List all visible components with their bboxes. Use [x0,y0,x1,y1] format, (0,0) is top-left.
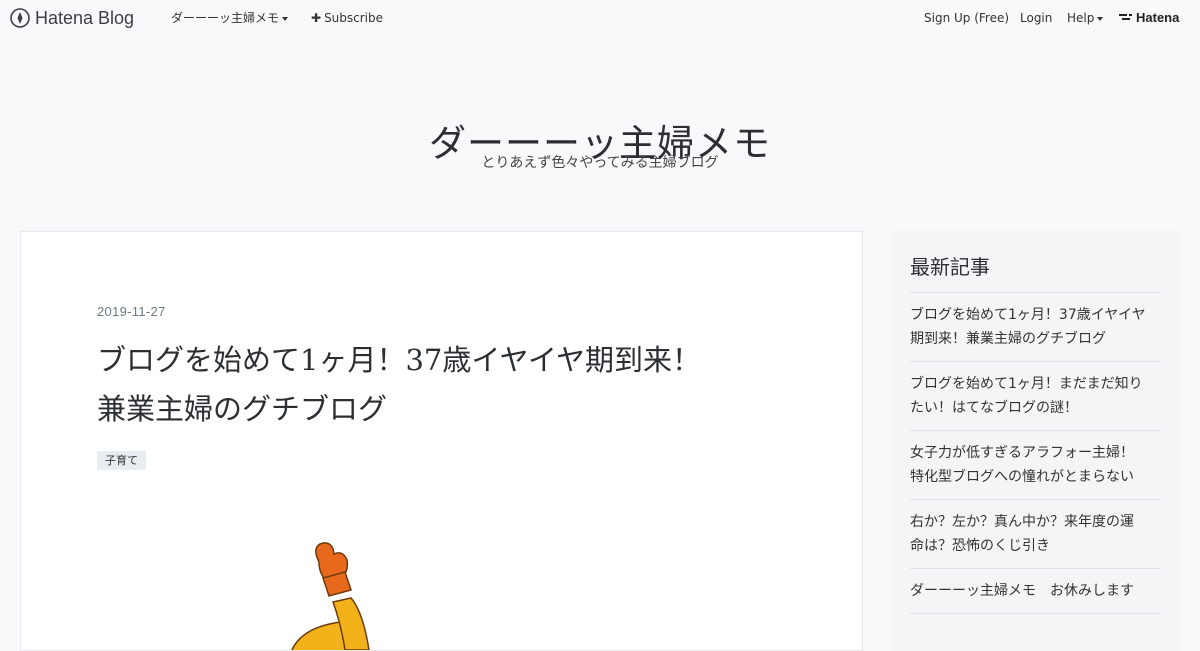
recent-entry-line: ブログを始めて1ヶ月！まだまだ知り [910,376,1143,392]
recent-entry-line: ブログを始めて1ヶ月！37歳イヤイヤ [910,307,1146,323]
login-link[interactable]: Login [1020,0,1052,36]
caret-down-icon [282,16,289,21]
category-tag[interactable]: 子育て [97,451,146,470]
recent-entry-item[interactable]: 右か？左か？真ん中か？来年度の運 命は？恐怖のくじ引き [910,500,1160,569]
caret-down-icon [1097,16,1104,21]
character-illustration [291,542,370,650]
blog-menu-label: ダーーーッ主婦メモ [171,11,280,25]
recent-entries-heading: 最新記事 [910,255,990,279]
recent-entry-line: 命は？恐怖のくじ引き [910,538,1050,554]
recent-entry-line: 右か？左か？真ん中か？来年度の運 [910,514,1134,530]
help-label: Help [1067,11,1095,25]
recent-entry-item[interactable]: ブログを始めて1ヶ月！まだまだ知り たい！はてなブログの謎！ [910,362,1160,431]
sidebar: 最新記事 ブログを始めて1ヶ月！37歳イヤイヤ 期到来！兼業主婦のグチブログ ブ… [892,231,1180,651]
recent-entry-line: 特化型ブログへの憧れがとまらない [910,469,1134,485]
recent-entry-line: 女子力が低すぎるアラフォー主婦！ [910,445,1134,461]
subscribe-button[interactable]: ✚ Subscribe [311,0,383,36]
entry-title-line: 兼業主婦のグチブログ [97,392,388,426]
global-header: Hatena Blog ダーーーッ主婦メモ ✚ Subscribe Sign Up… [0,0,1200,36]
recent-entry-line: たい！はてなブログの謎！ [910,400,1078,416]
hatena-logo[interactable]: Hatena [1119,0,1179,36]
plus-icon: ✚ [311,11,322,25]
recent-entry-item[interactable]: 女子力が低すぎるアラフォー主婦！ 特化型ブログへの憧れがとまらない [910,431,1160,500]
recent-entry-line: ダーーーッ主婦メモ お休みします [910,583,1134,599]
signup-link[interactable]: Sign Up (Free) [924,0,1009,36]
entry-card: 2019-11-27 ブログを始めて1ヶ月！37歳イヤイヤ期到来！ 兼業主婦のグ… [20,231,863,651]
recent-entry-line: 期到来！兼業主婦のグチブログ [910,331,1106,347]
help-dropdown[interactable]: Help [1067,0,1104,36]
entry-date[interactable]: 2019-11-27 [97,304,166,319]
recent-entry-item[interactable]: ブログを始めて1ヶ月！37歳イヤイヤ 期到来！兼業主婦のグチブログ [910,293,1160,362]
blog-menu-dropdown[interactable]: ダーーーッ主婦メモ [171,0,289,36]
recent-entries-list: ブログを始めて1ヶ月！37歳イヤイヤ 期到来！兼業主婦のグチブログ ブログを始め… [910,292,1160,614]
subscribe-label: Subscribe [324,11,384,25]
hatena-dots-icon [1119,14,1132,20]
entry-title[interactable]: ブログを始めて1ヶ月！37歳イヤイヤ期到来！ 兼業主婦のグチブログ [97,336,797,434]
hatena-blog-logo[interactable]: Hatena Blog [10,0,134,36]
blog-description: とりあえず色々やってみる主婦ブログ [481,155,719,171]
entry-title-line: ブログを始めて1ヶ月！37歳イヤイヤ期到来！ [97,343,702,377]
brand-name: Hatena Blog [35,8,135,28]
hatena-label: Hatena [1136,10,1180,25]
recent-entry-item[interactable]: ダーーーッ主婦メモ お休みします [910,569,1160,614]
hatena-blog-pen-icon [10,8,30,28]
